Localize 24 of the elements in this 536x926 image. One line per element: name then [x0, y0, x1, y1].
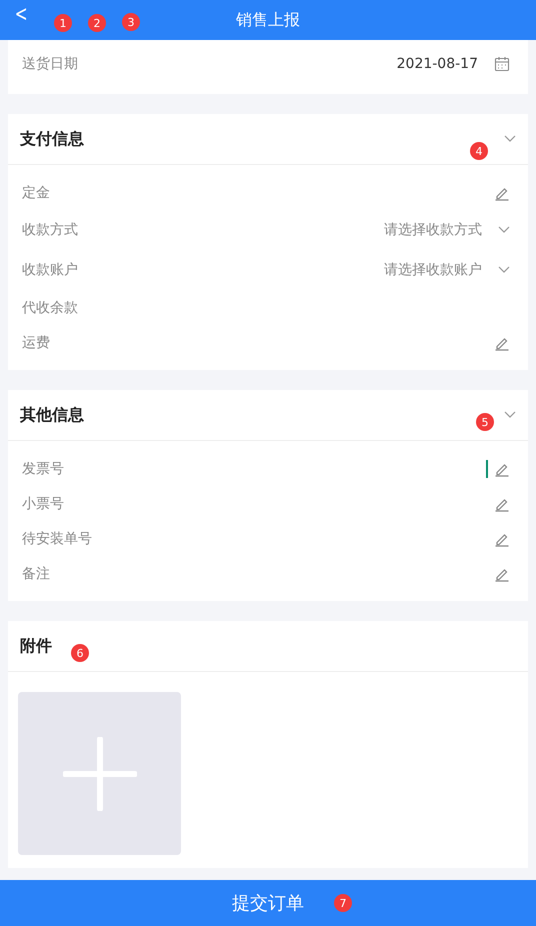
back-button[interactable]: <: [14, 2, 28, 27]
field-label: 备注: [22, 564, 51, 582]
field-label: 发票号: [22, 460, 65, 478]
field-label: 代收余款: [22, 298, 79, 316]
section-title: 支付信息: [20, 128, 84, 150]
collapse-chevron-icon[interactable]: [504, 411, 516, 419]
section-title: 其他信息: [20, 404, 84, 426]
page-title: 销售上报: [236, 10, 300, 30]
plus-icon: [62, 736, 136, 810]
section-title: 附件: [20, 636, 52, 656]
field-label: 小票号: [22, 494, 65, 512]
date-value[interactable]: 2021-08-17: [396, 56, 478, 72]
chevron-down-icon[interactable]: [498, 266, 510, 274]
field-label: 运费: [22, 334, 51, 352]
collapse-chevron-icon[interactable]: [504, 135, 516, 143]
field-label: 定金: [22, 184, 51, 202]
select-field[interactable]: 请选择收款账户: [384, 261, 482, 279]
field-label: 收款方式: [22, 221, 79, 239]
field-label: 送货日期: [22, 55, 79, 73]
chevron-down-icon[interactable]: [498, 226, 510, 234]
field-label: 待安装单号: [22, 530, 93, 548]
field-label: 收款账户: [22, 261, 79, 279]
calendar-icon[interactable]: [494, 56, 510, 72]
select-field[interactable]: 请选择收款方式: [384, 221, 482, 239]
